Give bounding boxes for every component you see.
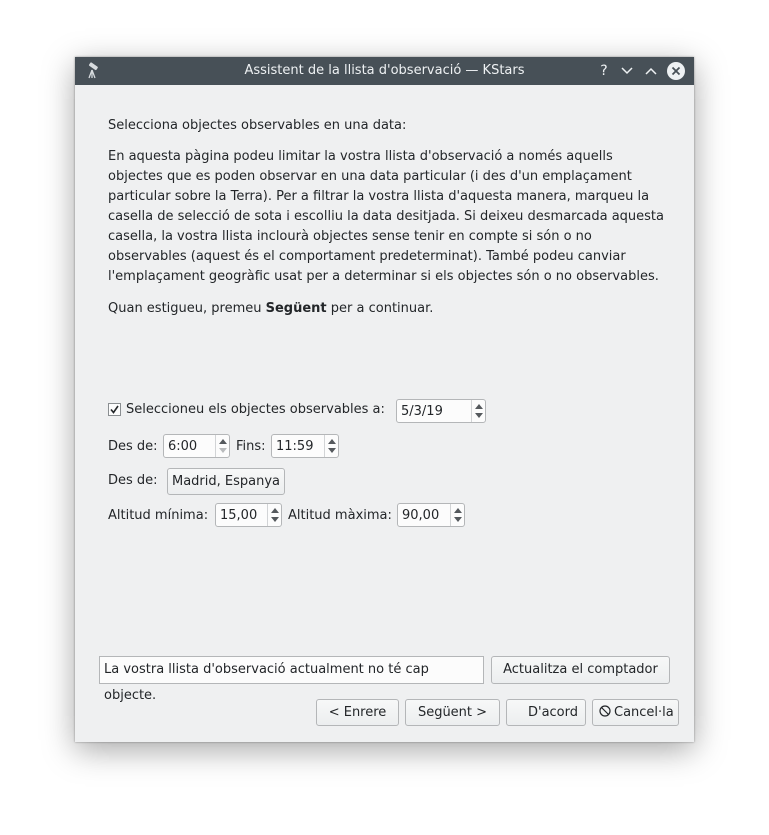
to-time-spinbox[interactable]: 11:59 (271, 434, 339, 458)
min-altitude-arrows[interactable] (267, 504, 281, 526)
arrow-up-icon[interactable] (219, 439, 227, 444)
select-date-label[interactable]: Seleccioneu els objectes observables a: (126, 401, 385, 419)
ok-button-label: D'acord (527, 705, 579, 720)
location-label: Des de: (108, 473, 158, 488)
arrow-down-icon[interactable] (475, 413, 483, 418)
arrow-down-icon[interactable] (219, 448, 227, 453)
page-description: En aquesta pàgina podeu limitar la vostr… (108, 149, 664, 284)
continue-bold: Següent (265, 301, 327, 316)
max-altitude-label: Altitud màxima: (288, 508, 392, 523)
to-time-label: Fins: (236, 439, 266, 454)
arrow-up-icon[interactable] (328, 439, 336, 444)
location-button[interactable]: Madrid, Espanya (167, 468, 285, 495)
object-count-status: La vostra llista d'observació actualment… (99, 656, 484, 703)
cancel-button[interactable]: Cancel·la (592, 699, 679, 726)
chevron-down-icon (621, 67, 633, 75)
from-time-arrows[interactable] (215, 435, 229, 457)
arrow-up-icon[interactable] (454, 508, 462, 513)
cancel-button-label: Cancel·la (614, 705, 674, 720)
to-time-arrows[interactable] (324, 435, 338, 457)
close-button[interactable] (667, 62, 685, 80)
help-button[interactable]: ? (595, 61, 613, 81)
arrow-up-icon[interactable] (271, 508, 279, 513)
to-time-value: 11:59 (276, 439, 314, 454)
from-time-spinbox[interactable]: 6:00 (163, 434, 230, 458)
max-altitude-value: 90,00 (402, 508, 440, 523)
from-time-value: 6:00 (168, 439, 198, 454)
update-counter-button[interactable]: Actualitza el comptador (491, 656, 670, 684)
min-altitude-spinbox[interactable]: 15,00 (215, 503, 282, 527)
max-altitude-spinbox[interactable]: 90,00 (397, 503, 465, 527)
minimize-button[interactable] (618, 61, 636, 81)
min-altitude-label: Altitud mínima: (108, 508, 209, 523)
close-icon (671, 66, 681, 76)
cancel-icon (599, 705, 611, 717)
title-bar[interactable]: Assistent de la llista d'observació — KS… (75, 57, 694, 85)
back-button[interactable]: < Enrere (316, 699, 399, 726)
arrow-down-icon[interactable] (454, 517, 462, 522)
date-value: 5/3/19 (401, 404, 443, 419)
wizard-window: Assistent de la llista d'observació — KS… (75, 57, 694, 742)
chevron-up-icon (645, 67, 657, 75)
arrow-down-icon[interactable] (328, 448, 336, 453)
arrow-up-icon[interactable] (475, 404, 483, 409)
min-altitude-value: 15,00 (220, 508, 258, 523)
from-time-label: Des de: (108, 439, 158, 454)
date-arrows[interactable] (471, 400, 485, 422)
maximize-button[interactable] (642, 61, 660, 81)
next-button[interactable]: Següent > (405, 699, 500, 726)
arrow-down-icon[interactable] (271, 517, 279, 522)
select-date-checkbox[interactable] (108, 403, 121, 416)
ok-button[interactable]: D'acord (506, 699, 586, 726)
continue-hint: Quan estigueu, premeu Següent per a cont… (108, 299, 433, 319)
checkmark-icon (110, 405, 119, 414)
continue-prefix: Quan estigueu, premeu (108, 301, 266, 316)
max-altitude-arrows[interactable] (450, 504, 464, 526)
date-spinbox[interactable]: 5/3/19 (396, 399, 486, 423)
page-heading: Selecciona objectes observables en una d… (108, 118, 407, 133)
continue-suffix: per a continuar. (326, 301, 434, 316)
